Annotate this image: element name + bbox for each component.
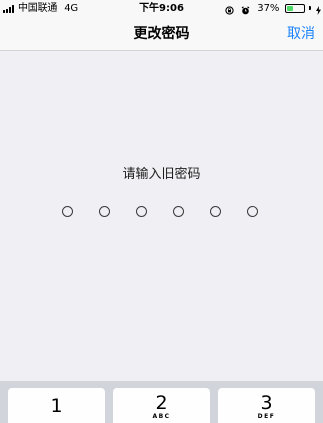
keypad-key-1[interactable]: 1: [8, 388, 105, 423]
key-digit: 1: [50, 395, 63, 417]
status-bar: 中国联通 4G 下午9:06 37%: [0, 0, 323, 18]
passcode-dot: [210, 206, 221, 217]
passcode-dot: [136, 206, 147, 217]
page-title: 更改密码: [133, 26, 190, 42]
keypad-key-2[interactable]: 2 ABC: [113, 388, 210, 423]
status-indicators: 37%: [225, 0, 321, 18]
battery-level-fill: [286, 6, 293, 11]
passcode-prompt: 请输入旧密码: [122, 167, 201, 182]
cancel-button[interactable]: 取消: [287, 18, 315, 50]
passcode-dot: [173, 206, 184, 217]
battery-percentage: 37%: [257, 3, 280, 14]
numeric-keypad: 1 2 ABC 3 DEF: [0, 381, 323, 423]
key-letters: DEF: [257, 413, 276, 420]
passcode-dot: [99, 206, 110, 217]
battery-cap: [308, 6, 311, 10]
charging-icon: [316, 4, 321, 15]
key-letters: ABC: [152, 413, 171, 420]
passcode-dot: [247, 206, 258, 217]
battery-icon: [284, 4, 305, 13]
key-digit: 3: [260, 392, 273, 414]
alarm-icon: [241, 4, 250, 15]
navigation-bar: 更改密码 取消: [0, 18, 323, 51]
change-passcode-screen: 中国联通 4G 下午9:06 37% 更改密码 取消 请输入旧密码 1 2 AB…: [0, 0, 323, 423]
passcode-dot: [62, 206, 73, 217]
keypad-key-3[interactable]: 3 DEF: [218, 388, 315, 423]
rotation-lock-icon: [225, 4, 234, 15]
key-digit: 2: [155, 392, 168, 414]
passcode-entry-field[interactable]: [62, 205, 272, 225]
